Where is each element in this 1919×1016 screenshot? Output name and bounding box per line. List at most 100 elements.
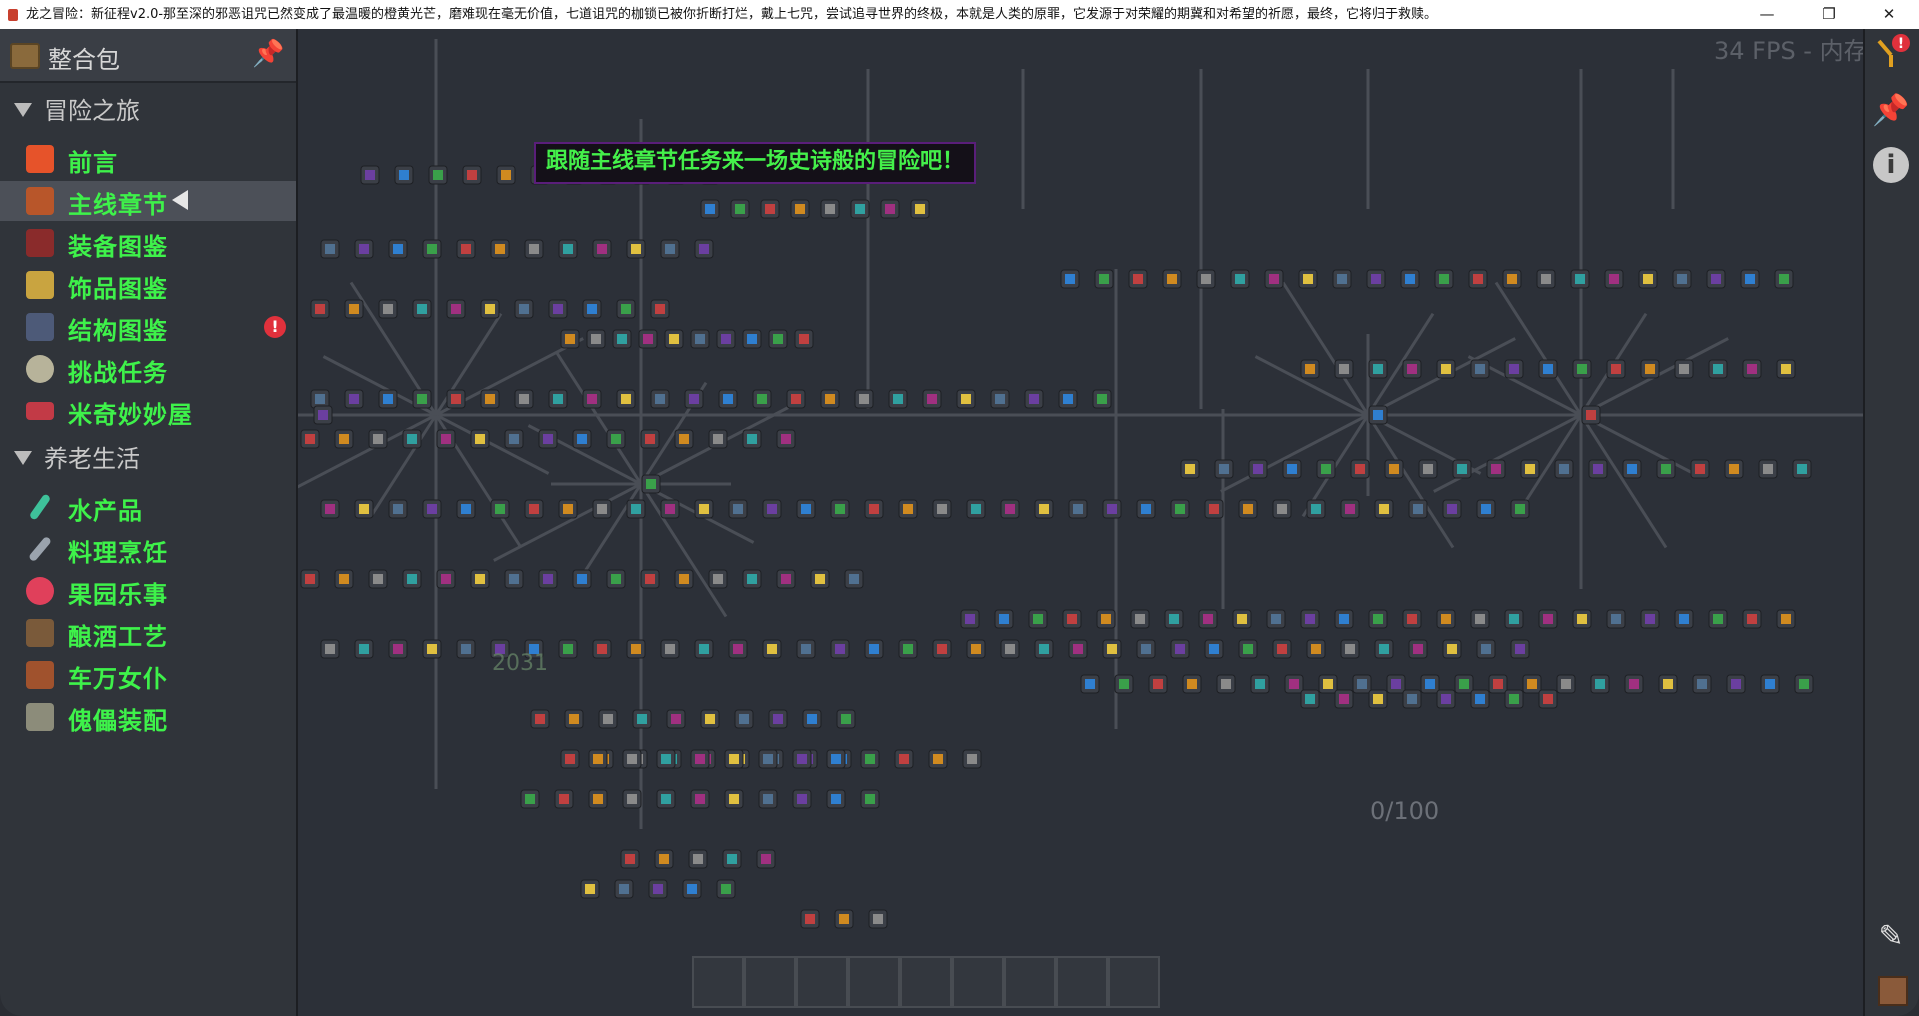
quest-node[interactable] bbox=[1708, 609, 1728, 629]
quest-node[interactable] bbox=[344, 389, 364, 409]
quest-node[interactable] bbox=[656, 789, 676, 809]
quest-node[interactable] bbox=[1028, 609, 1048, 629]
quest-node[interactable] bbox=[422, 499, 442, 519]
quest-node[interactable] bbox=[1476, 639, 1496, 659]
quest-node[interactable] bbox=[734, 709, 754, 729]
quest-node[interactable] bbox=[641, 474, 661, 494]
quest-node[interactable] bbox=[456, 499, 476, 519]
quest-node[interactable] bbox=[412, 389, 432, 409]
quest-node[interactable] bbox=[864, 499, 884, 519]
quest-node[interactable] bbox=[456, 639, 476, 659]
quest-node[interactable] bbox=[682, 879, 702, 899]
quest-node[interactable] bbox=[1306, 639, 1326, 659]
quest-node[interactable] bbox=[1656, 459, 1676, 479]
quest-node[interactable] bbox=[1522, 674, 1542, 694]
quest-node[interactable] bbox=[1148, 674, 1168, 694]
quest-node[interactable] bbox=[1298, 269, 1318, 289]
quest-node[interactable] bbox=[1374, 499, 1394, 519]
quest-node[interactable] bbox=[606, 569, 626, 589]
quest-node[interactable] bbox=[1232, 609, 1252, 629]
quest-node[interactable] bbox=[588, 749, 608, 769]
quest-node[interactable] bbox=[1034, 499, 1054, 519]
quest-node[interactable] bbox=[1520, 459, 1540, 479]
quest-node[interactable] bbox=[1282, 459, 1302, 479]
quest-node[interactable] bbox=[626, 239, 646, 259]
quest-node[interactable] bbox=[300, 569, 320, 589]
quest-node[interactable] bbox=[864, 639, 884, 659]
quest-node[interactable] bbox=[758, 789, 778, 809]
quest-node[interactable] bbox=[504, 429, 524, 449]
quest-node[interactable] bbox=[688, 849, 708, 869]
quest-node[interactable] bbox=[834, 909, 854, 929]
quest-node[interactable] bbox=[1742, 609, 1762, 629]
chapter-equipment-codex[interactable]: 装备图鉴 bbox=[0, 223, 296, 263]
quest-node[interactable] bbox=[394, 165, 414, 185]
quest-node[interactable] bbox=[1250, 674, 1270, 694]
quest-node[interactable] bbox=[966, 499, 986, 519]
quest-node[interactable] bbox=[446, 389, 466, 409]
quest-node[interactable] bbox=[1454, 674, 1474, 694]
quest-node[interactable] bbox=[1442, 499, 1462, 519]
quest-node[interactable] bbox=[1180, 459, 1200, 479]
quest-node[interactable] bbox=[1128, 269, 1148, 289]
quest-node[interactable] bbox=[690, 749, 710, 769]
quest-node[interactable] bbox=[564, 709, 584, 729]
quest-node[interactable] bbox=[560, 329, 580, 349]
quest-node[interactable] bbox=[1794, 674, 1814, 694]
quest-node[interactable] bbox=[690, 789, 710, 809]
quest-node[interactable] bbox=[1062, 609, 1082, 629]
quest-node[interactable] bbox=[310, 299, 330, 319]
info-icon[interactable]: i bbox=[1873, 147, 1909, 183]
chapter-brewing[interactable]: 酿酒工艺 bbox=[0, 613, 296, 653]
chapter-maid[interactable]: 车万女仆 bbox=[0, 655, 296, 695]
quest-node[interactable] bbox=[768, 709, 788, 729]
quest-node[interactable] bbox=[1538, 359, 1558, 379]
pin-icon[interactable]: 📌 bbox=[1871, 91, 1911, 131]
quest-node[interactable] bbox=[1554, 459, 1574, 479]
quest-graph[interactable] bbox=[298, 29, 1863, 1016]
quest-node[interactable] bbox=[910, 199, 930, 219]
quest-node[interactable] bbox=[1408, 499, 1428, 519]
quest-node[interactable] bbox=[1306, 499, 1326, 519]
quest-node[interactable] bbox=[582, 389, 602, 409]
quest-node[interactable] bbox=[718, 389, 738, 409]
quest-node[interactable] bbox=[850, 199, 870, 219]
quest-node[interactable] bbox=[1340, 499, 1360, 519]
quest-node[interactable] bbox=[354, 639, 374, 659]
quest-node[interactable] bbox=[1402, 689, 1422, 709]
quest-node[interactable] bbox=[436, 429, 456, 449]
quest-node[interactable] bbox=[888, 389, 908, 409]
quest-node[interactable] bbox=[1000, 499, 1020, 519]
quest-node[interactable] bbox=[716, 329, 736, 349]
quest-node[interactable] bbox=[616, 389, 636, 409]
quest-node[interactable] bbox=[620, 849, 640, 869]
quest-node[interactable] bbox=[1590, 674, 1610, 694]
quest-node[interactable] bbox=[826, 789, 846, 809]
quest-node[interactable] bbox=[320, 239, 340, 259]
quest-node[interactable] bbox=[1436, 359, 1456, 379]
quest-node[interactable] bbox=[1102, 499, 1122, 519]
quest-node[interactable] bbox=[612, 329, 632, 349]
chapter-orchard[interactable]: 果园乐事 bbox=[0, 571, 296, 611]
quest-node[interactable] bbox=[1214, 459, 1234, 479]
quest-node[interactable] bbox=[776, 569, 796, 589]
quest-node[interactable] bbox=[1760, 674, 1780, 694]
quest-node[interactable] bbox=[1690, 459, 1710, 479]
quest-node[interactable] bbox=[830, 639, 850, 659]
quest-node[interactable] bbox=[708, 429, 728, 449]
quest-node[interactable] bbox=[1300, 359, 1320, 379]
quest-node[interactable] bbox=[1692, 674, 1712, 694]
quest-node[interactable] bbox=[700, 709, 720, 729]
quest-node[interactable] bbox=[606, 429, 626, 449]
quest-node[interactable] bbox=[1136, 499, 1156, 519]
collapse-triangle-icon[interactable] bbox=[14, 103, 32, 117]
quest-node[interactable] bbox=[548, 389, 568, 409]
quest-node[interactable] bbox=[586, 329, 606, 349]
quest-node[interactable] bbox=[1452, 459, 1472, 479]
quest-node[interactable] bbox=[776, 429, 796, 449]
quest-node[interactable] bbox=[310, 389, 330, 409]
quest-node[interactable] bbox=[530, 709, 550, 729]
quest-node[interactable] bbox=[660, 239, 680, 259]
quest-node[interactable] bbox=[1368, 405, 1388, 425]
quest-node[interactable] bbox=[928, 749, 948, 769]
